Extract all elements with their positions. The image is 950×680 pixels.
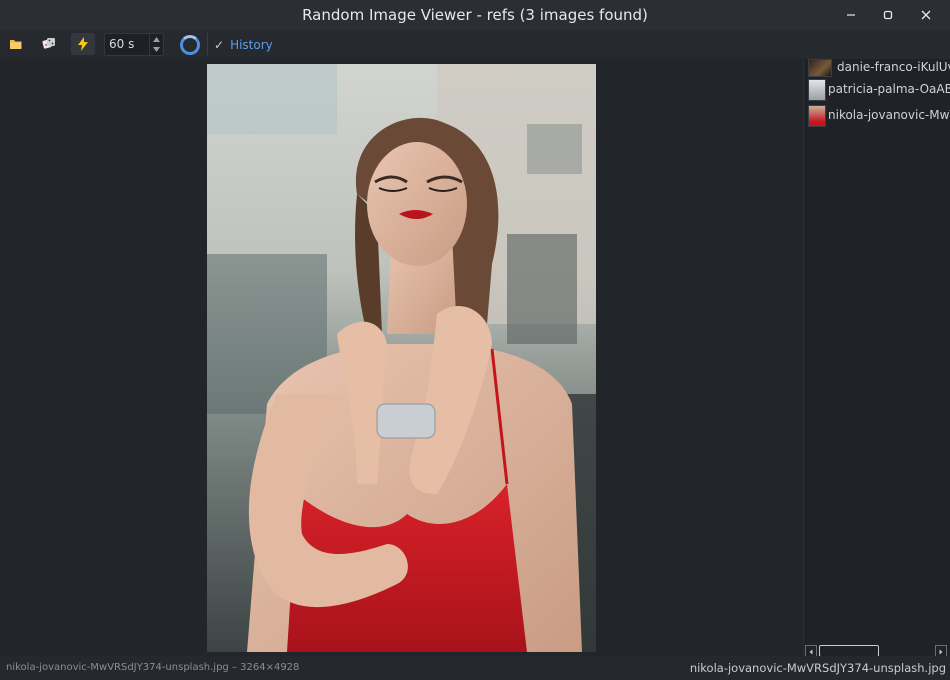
- list-item[interactable]: patricia-palma-OaAB-e: [807, 78, 950, 101]
- checkmark-icon: ✓: [214, 38, 225, 52]
- thumbnail: [808, 59, 832, 77]
- thumbnail: [808, 105, 826, 127]
- file-list-panel: [803, 59, 950, 656]
- portrait-photo: [207, 64, 596, 652]
- minimize-button[interactable]: [832, 0, 870, 30]
- status-image-info: nikola-jovanovic-MwVRSdJY374-unsplash.jp…: [6, 662, 300, 673]
- chevron-down-icon: [153, 46, 160, 52]
- history-toggle[interactable]: ✓ History: [214, 36, 273, 54]
- folder-icon: [10, 40, 22, 49]
- displayed-image[interactable]: [207, 64, 596, 652]
- spin-down-button[interactable]: [150, 44, 163, 54]
- maximize-button[interactable]: [869, 0, 907, 30]
- close-button[interactable]: [907, 0, 945, 30]
- title-bar: Random Image Viewer - refs (3 images fou…: [0, 0, 950, 30]
- maximize-icon: [883, 10, 893, 20]
- open-folder-button[interactable]: [4, 33, 28, 55]
- file-name: patricia-palma-OaAB-e: [828, 82, 950, 96]
- horizontal-scrollbar[interactable]: [805, 645, 947, 657]
- loading-spinner-icon: [180, 35, 200, 55]
- chevron-up-icon: [153, 36, 160, 42]
- lightning-icon: [78, 37, 88, 51]
- random-image-button[interactable]: [37, 33, 61, 55]
- toolbar-separator: [207, 33, 208, 55]
- window-title: Random Image Viewer - refs (3 images fou…: [302, 6, 648, 24]
- history-label: History: [230, 38, 273, 52]
- status-bar: nikola-jovanovic-MwVRSdJY374-unsplash.jp…: [0, 656, 950, 680]
- interval-value[interactable]: 60 s: [109, 34, 134, 55]
- thumbnail: [808, 79, 826, 101]
- auto-advance-toggle[interactable]: [71, 33, 95, 55]
- spin-up-button[interactable]: [150, 34, 163, 44]
- file-name: nikola-jovanovic-MwV: [828, 108, 950, 122]
- list-item[interactable]: nikola-jovanovic-MwV: [807, 104, 950, 127]
- close-icon: [921, 10, 931, 20]
- spin-arrows: [149, 34, 163, 55]
- list-item[interactable]: danie-franco-iKulUvN: [807, 56, 950, 78]
- status-filename: nikola-jovanovic-MwVRSdJY374-unsplash.jp…: [689, 661, 946, 675]
- interval-spinbox[interactable]: 60 s: [104, 33, 164, 56]
- file-name: danie-franco-iKulUvN: [837, 60, 950, 74]
- minimize-icon: [847, 14, 855, 16]
- dice-icon: [42, 38, 55, 49]
